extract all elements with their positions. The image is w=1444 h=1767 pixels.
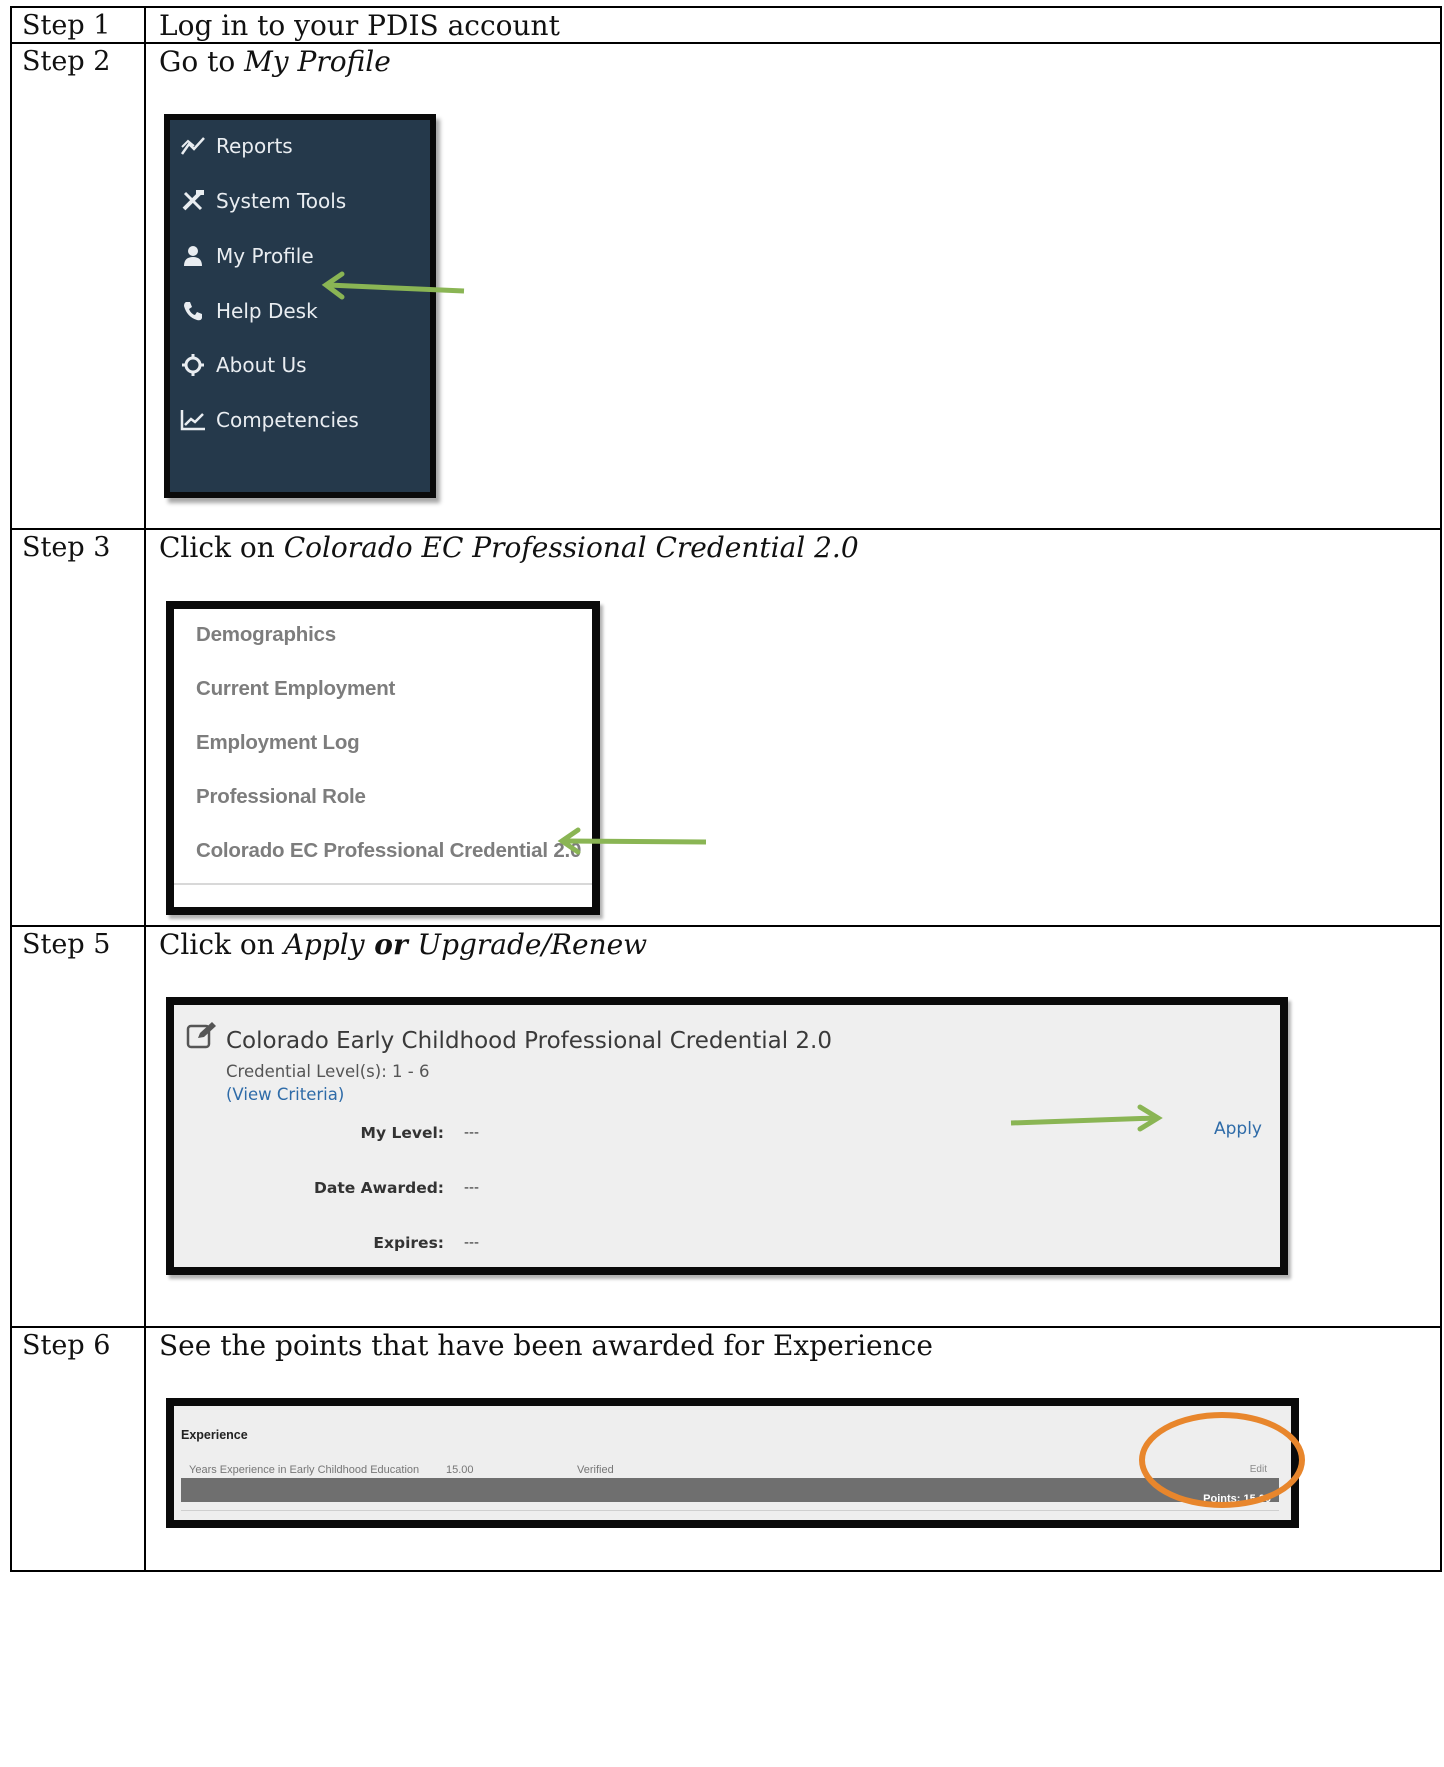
step-5-instruction: Click on Apply or Upgrade/Renew xyxy=(159,928,647,961)
step-2-instruction-prefix: Go to xyxy=(159,45,245,78)
points-bar: Points: 15.00 xyxy=(181,1478,1279,1505)
step-3-body: Click on Colorado EC Professional Creden… xyxy=(144,528,1442,927)
step-1-body: Log in to your PDIS account xyxy=(144,6,1442,44)
expires-value: --- xyxy=(464,1234,479,1251)
nav-item-reports[interactable]: Reports xyxy=(178,126,293,166)
nav-item-my-profile[interactable]: My Profile xyxy=(178,236,314,276)
date-awarded-value: --- xyxy=(464,1179,479,1196)
nav-item-competencies[interactable]: Competencies xyxy=(178,400,359,440)
my-level-label: My Level: xyxy=(360,1124,444,1142)
step-3-instruction: Click on Colorado EC Professional Creden… xyxy=(159,531,859,564)
nav-item-about-us[interactable]: About Us xyxy=(178,345,307,385)
credential-card-screenshot: Colorado Early Childhood Professional Cr… xyxy=(166,997,1288,1275)
nav-item-label: Competencies xyxy=(216,408,359,432)
tools-icon xyxy=(178,189,208,213)
divider xyxy=(181,1510,1279,1511)
nav-item-label: Reports xyxy=(216,134,293,158)
step-1-label: Step 1 xyxy=(10,6,146,44)
expires-label: Expires: xyxy=(373,1234,444,1252)
step-5-instruction-prefix: Click on xyxy=(159,928,284,961)
step-2-instruction: Go to My Profile xyxy=(159,45,391,78)
step-2-label: Step 2 xyxy=(10,42,146,530)
step-1-instruction: Log in to your PDIS account xyxy=(159,9,560,42)
nav-item-label: My Profile xyxy=(216,244,314,268)
profile-item-demographics[interactable]: Demographics xyxy=(196,619,336,651)
step-3-instruction-prefix: Click on xyxy=(159,531,284,564)
nav-item-help-desk[interactable]: Help Desk xyxy=(178,291,318,331)
step-6-label: Step 6 xyxy=(10,1326,146,1572)
date-awarded-label: Date Awarded: xyxy=(314,1179,444,1197)
my-level-value: --- xyxy=(464,1124,479,1141)
profile-item-employment-log[interactable]: Employment Log xyxy=(196,727,360,759)
credential-title: Colorado Early Childhood Professional Cr… xyxy=(226,1028,832,1054)
user-icon xyxy=(178,244,208,268)
nav-item-label: Help Desk xyxy=(216,299,318,323)
nav-item-label: About Us xyxy=(216,353,307,377)
step-5-body: Click on Apply or Upgrade/Renew Colorado… xyxy=(144,925,1442,1328)
step-6-body: See the points that have been awarded fo… xyxy=(144,1326,1442,1572)
view-criteria-link[interactable]: (View Criteria) xyxy=(226,1079,344,1111)
experience-heading: Experience xyxy=(181,1428,248,1442)
nav-menu-screenshot: Reports System Tools My Profile Help Des… xyxy=(164,114,436,498)
apply-link[interactable]: Apply xyxy=(1214,1113,1262,1145)
steps-table: Step 1 Log in to your PDIS account Step … xyxy=(10,6,1442,1572)
step-6-instruction: See the points that have been awarded fo… xyxy=(159,1329,933,1362)
experience-panel-screenshot: Experience Years Experience in Early Chi… xyxy=(166,1398,1299,1528)
step-5-instruction-emphasis: Apply xyxy=(283,928,365,961)
chart-icon xyxy=(178,408,208,432)
profile-item-current-employment[interactable]: Current Employment xyxy=(196,673,395,705)
step-5-label: Step 5 xyxy=(10,925,146,1328)
step-2-body: Go to My Profile Reports System Tools My… xyxy=(144,42,1442,530)
step-5-instruction-connector: or xyxy=(364,928,418,961)
step-2-instruction-emphasis: My Profile xyxy=(244,45,391,78)
reports-icon xyxy=(178,134,208,158)
step-3-instruction-emphasis: Colorado EC Professional Credential 2.0 xyxy=(283,531,859,564)
step-5-instruction-emphasis-2: Upgrade/Renew xyxy=(417,928,648,961)
step-3-label: Step 3 xyxy=(10,528,146,927)
divider xyxy=(174,883,592,885)
nav-item-label: System Tools xyxy=(216,189,347,213)
gear-icon xyxy=(178,353,208,377)
nav-item-system-tools[interactable]: System Tools xyxy=(178,181,346,221)
phone-icon xyxy=(178,299,208,323)
profile-item-professional-role[interactable]: Professional Role xyxy=(196,781,366,813)
profile-menu-screenshot: Demographics Current Employment Employme… xyxy=(166,601,600,915)
profile-item-ec-credential[interactable]: Colorado EC Professional Credential 2.0 xyxy=(196,835,581,867)
edit-icon xyxy=(186,1021,218,1056)
